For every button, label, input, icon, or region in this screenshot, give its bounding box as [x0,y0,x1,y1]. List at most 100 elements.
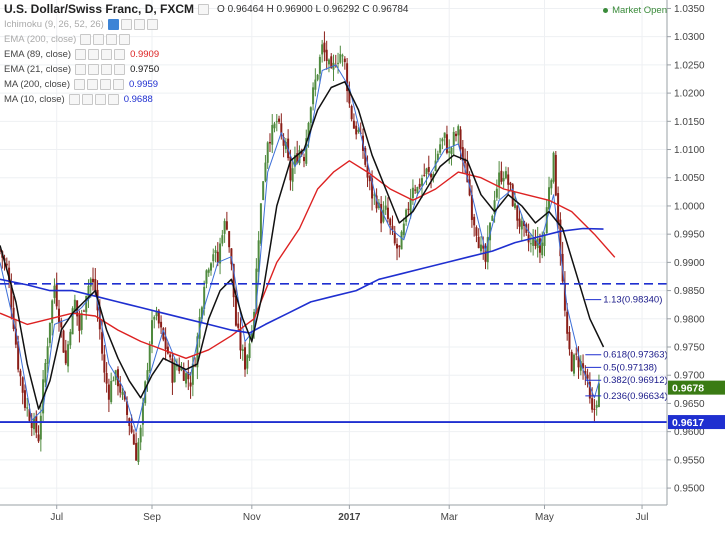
y-tick-label: 1.0050 [674,173,705,184]
close-icon[interactable] [114,64,126,75]
candle-body [502,178,505,182]
candle-body [498,172,501,188]
source-icon[interactable] [101,64,113,75]
indicator-lines [0,64,616,433]
source-icon[interactable] [133,19,145,30]
candle-body [513,203,516,208]
eye-icon[interactable] [68,94,80,105]
candle-body [137,442,140,463]
candle-body [209,263,212,271]
title-row: U.S. Dollar/Swiss Franc, D, FXCM O 0.964… [4,2,409,17]
close-icon[interactable] [114,49,126,60]
symbol-title[interactable]: U.S. Dollar/Swiss Franc, D, FXCM [4,2,194,17]
indicator-tools [80,34,131,45]
candle-body [110,380,113,403]
candle-body [21,377,24,393]
x-tick-label: Mar [441,512,459,523]
close-icon[interactable] [113,79,124,90]
candle-body [439,144,442,153]
candle-body [507,174,510,185]
candle-body [516,205,519,221]
settings-icon[interactable] [198,4,210,15]
indicator-label: MA (200, close) [4,79,70,90]
candle-body [89,278,92,287]
eye-icon[interactable] [107,19,119,30]
indicator-row[interactable]: EMA (89, close) 0.9909 [4,47,409,62]
candle-body [219,243,222,264]
eye-icon[interactable] [75,64,87,75]
support-price-label: 0.9617 [672,417,704,429]
fib-label: 0.618(0.97363) [603,350,667,361]
candle-body [477,236,480,249]
candle-body [380,204,383,224]
settings-icon[interactable] [81,94,93,105]
candle-body [212,254,215,262]
candle-body [146,370,149,380]
candle-body [228,231,231,248]
candle-body [53,285,56,298]
candle-body [500,170,503,182]
indicator-tools [75,64,126,75]
candle-body [244,347,247,370]
indicator-row[interactable]: MA (200, close) 0.9959 [4,77,409,92]
candle-body [225,221,228,230]
settings-icon[interactable] [120,19,132,30]
ma10-line [0,64,600,433]
candle-body [441,138,444,142]
candle-body [355,125,358,135]
candle-body [479,244,482,252]
settings-icon[interactable] [87,79,98,90]
indicator-row[interactable]: EMA (200, close) [4,32,409,47]
settings-icon[interactable] [88,64,100,75]
y-tick-label: 0.9550 [674,455,705,466]
source-icon[interactable] [94,94,106,105]
candle-body [473,216,476,226]
eye-icon[interactable] [75,49,87,60]
source-icon[interactable] [101,49,113,60]
close-icon[interactable] [119,34,131,45]
x-tick-label: May [535,512,554,523]
candle-body [48,322,51,344]
candle-body [554,154,557,196]
candle-body [82,310,85,312]
candle-body [570,351,573,372]
source-icon[interactable] [106,34,118,45]
candle-body [130,425,133,433]
candle-body [475,227,478,236]
close-icon[interactable] [107,94,119,105]
source-icon[interactable] [100,79,111,90]
indicator-label: EMA (89, close) [4,49,72,60]
candle-body [160,321,163,328]
close-icon[interactable] [146,19,158,30]
indicator-label: EMA (21, close) [4,64,72,75]
candle-body [214,250,217,254]
candle-body [275,121,278,123]
settings-icon[interactable] [93,34,105,45]
indicator-row[interactable]: Ichimoku (9, 26, 52, 26) [4,17,409,32]
candle-body [443,132,446,138]
candle-body [185,373,188,384]
indicator-label: EMA (200, close) [4,34,77,45]
y-tick-label: 1.0200 [674,89,705,100]
candle-body [62,330,65,353]
current-price-label: 0.9678 [672,383,704,395]
indicator-row[interactable]: EMA (21, close) 0.9750 [4,62,409,77]
indicator-row[interactable]: MA (10, close) 0.9688 [4,92,409,107]
candle-body [37,434,40,442]
candle-body [418,183,421,188]
indicator-tools [75,49,126,60]
settings-icon[interactable] [88,49,100,60]
candle-body [266,142,269,163]
fib-label: 0.382(0.96912) [603,375,667,386]
eye-icon[interactable] [74,79,85,90]
candle-body [80,313,83,330]
candle-body [425,168,428,175]
market-status: Market Open [603,5,667,16]
candle-body [248,343,251,359]
candle-body [511,184,514,207]
candle-body [455,133,458,137]
candle-body [416,186,419,194]
eye-icon[interactable] [80,34,92,45]
y-tick-label: 0.9900 [674,258,705,269]
candle-body [234,295,237,326]
